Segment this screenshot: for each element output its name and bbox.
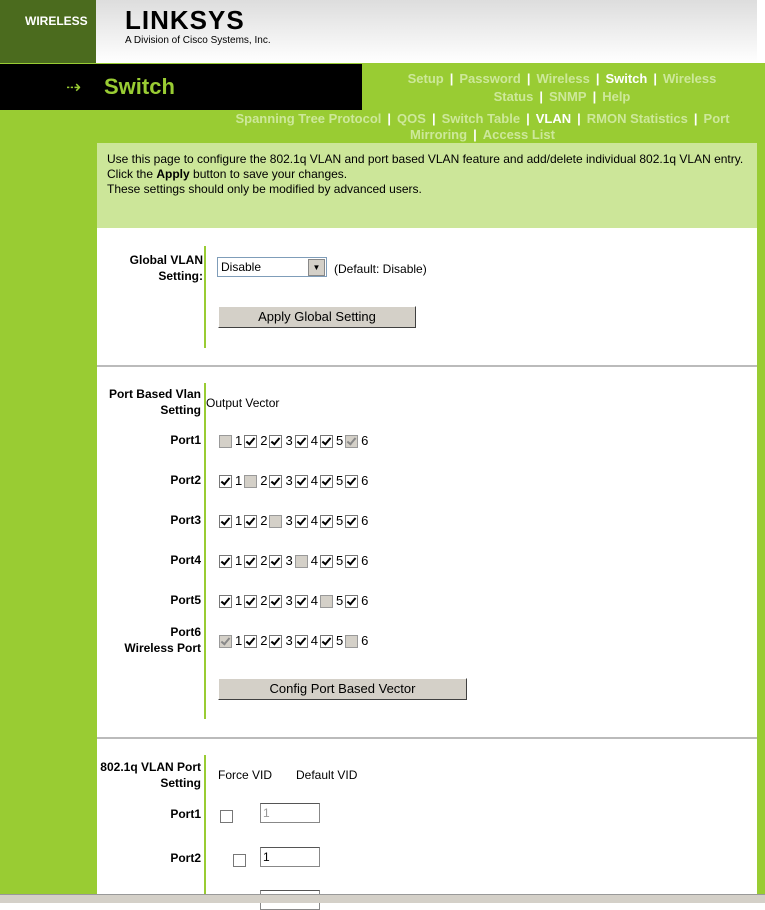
logo-subtitle: A Division of Cisco Systems, Inc. — [125, 35, 271, 46]
output-vector-checkbox[interactable] — [294, 515, 308, 529]
output-vector-checkbox[interactable] — [319, 555, 333, 569]
port-vector-row: 123456 — [219, 553, 370, 569]
chevron-down-icon[interactable]: ▼ — [308, 259, 325, 276]
dot1q-port-label: Port1 — [170, 807, 201, 821]
port-vector-row: 123456 — [219, 593, 370, 609]
config-port-vector-button[interactable]: Config Port Based Vector — [218, 678, 467, 700]
divider — [97, 737, 757, 739]
global-vlan-select[interactable]: Disable ▼ — [217, 257, 327, 277]
port-label: Port6 Wireless Port — [124, 625, 201, 655]
output-vector-checkbox[interactable] — [345, 555, 359, 569]
section-title: Switch — [104, 74, 175, 99]
output-vector-checkbox — [219, 435, 232, 449]
output-vector-checkbox[interactable] — [345, 595, 359, 609]
force-vid-header: Force VID — [218, 768, 273, 782]
port-based-label: Port Based Vlan Setting — [108, 387, 201, 417]
output-vector-checkbox[interactable] — [319, 635, 333, 649]
output-vector-checkbox — [269, 515, 283, 529]
nav-switch[interactable]: Switch — [605, 71, 647, 86]
output-vector-checkbox — [345, 435, 359, 449]
nav-vlan[interactable]: VLAN — [536, 111, 571, 126]
output-vector-checkbox — [319, 595, 333, 609]
output-vector-checkbox[interactable] — [294, 475, 308, 489]
output-vector-checkbox[interactable] — [319, 515, 333, 529]
section-bar — [0, 64, 362, 110]
force-vid-checkbox[interactable] — [233, 854, 246, 868]
output-vector-checkbox[interactable] — [219, 555, 232, 569]
nav-password[interactable]: Password — [459, 71, 520, 86]
nav-wireless[interactable]: Wireless — [536, 71, 589, 86]
divider — [204, 755, 206, 895]
output-vector-checkbox[interactable] — [244, 515, 258, 529]
output-vector-checkbox[interactable] — [244, 555, 258, 569]
nav-help[interactable]: Help — [602, 89, 630, 104]
brand-box: WIRELESS — [0, 0, 96, 63]
default-vid-header: Default VID — [296, 768, 358, 782]
divider — [204, 383, 206, 719]
right-border — [757, 63, 765, 902]
output-vector-checkbox[interactable] — [294, 595, 308, 609]
linksys-logo: LINKSYS — [125, 5, 245, 35]
port-vector-row: 123456 — [219, 633, 370, 649]
nav-switch-table[interactable]: Switch Table — [442, 111, 521, 126]
port-label: Port1 — [170, 433, 201, 447]
port-vector-row: 123456 — [219, 513, 370, 529]
divider — [204, 246, 206, 348]
output-vector-checkbox[interactable] — [244, 435, 258, 449]
main-nav: Setup | Password | Wireless | Switch | Wireless … — [407, 71, 717, 104]
dot1q-label: 802.1q VLAN Port Setting — [100, 760, 201, 790]
output-vector-checkbox[interactable] — [219, 475, 232, 489]
output-vector-checkbox[interactable] — [294, 635, 308, 649]
output-vector-checkbox[interactable] — [219, 595, 232, 609]
output-vector-header: Output Vector — [206, 396, 280, 410]
nav-snmp[interactable]: SNMP — [549, 89, 587, 104]
nav-setup[interactable]: Setup — [408, 71, 444, 86]
output-vector-checkbox — [294, 555, 308, 569]
info-box: Use this page to configure the 802.1q VL… — [97, 143, 757, 228]
output-vector-checkbox[interactable] — [319, 475, 333, 489]
output-vector-checkbox — [244, 475, 258, 489]
port-label: Port3 — [170, 513, 201, 527]
port-label: Port2 — [170, 473, 201, 487]
sub-nav: Spanning Tree Protocol | QOS | Switch Table |… — [235, 111, 730, 142]
apply-global-button[interactable]: Apply Global Setting — [218, 306, 416, 328]
output-vector-checkbox — [219, 635, 232, 649]
port-label: Port4 — [170, 553, 201, 567]
default-vid-input[interactable]: 1 — [260, 803, 320, 823]
output-vector-checkbox[interactable] — [319, 435, 333, 449]
port-vector-row: 123456 — [219, 473, 370, 489]
output-vector-checkbox[interactable] — [219, 515, 232, 529]
default-vid-input[interactable]: 1 — [260, 847, 320, 867]
output-vector-checkbox — [345, 635, 359, 649]
output-vector-checkbox[interactable] — [244, 595, 258, 609]
left-sidebar — [0, 143, 97, 902]
nav-qos[interactable]: QOS — [397, 111, 426, 126]
output-vector-checkbox[interactable] — [345, 475, 359, 489]
output-vector-checkbox[interactable] — [269, 435, 283, 449]
force-vid-checkbox[interactable] — [220, 810, 233, 824]
output-vector-checkbox[interactable] — [294, 435, 308, 449]
nav-access-list[interactable]: Access List — [483, 127, 555, 142]
nav-rmon-statistics[interactable]: RMON Statistics — [587, 111, 688, 126]
divider — [97, 365, 757, 367]
output-vector-checkbox[interactable] — [269, 635, 283, 649]
nav-spanning-tree-protocol[interactable]: Spanning Tree Protocol — [235, 111, 381, 126]
global-default: (Default: Disable) — [334, 262, 427, 276]
global-vlan-label: Global VLAN Setting: — [129, 253, 203, 283]
output-vector-checkbox[interactable] — [269, 595, 283, 609]
port-label: Port5 — [170, 593, 201, 607]
dot1q-port-label: Port2 — [170, 851, 201, 865]
output-vector-checkbox[interactable] — [345, 515, 359, 529]
output-vector-checkbox[interactable] — [244, 635, 258, 649]
port-vector-row: 123456 — [219, 433, 370, 449]
arrow-icon: ⇢ — [66, 77, 82, 97]
output-vector-checkbox[interactable] — [269, 475, 283, 489]
output-vector-checkbox[interactable] — [269, 555, 283, 569]
